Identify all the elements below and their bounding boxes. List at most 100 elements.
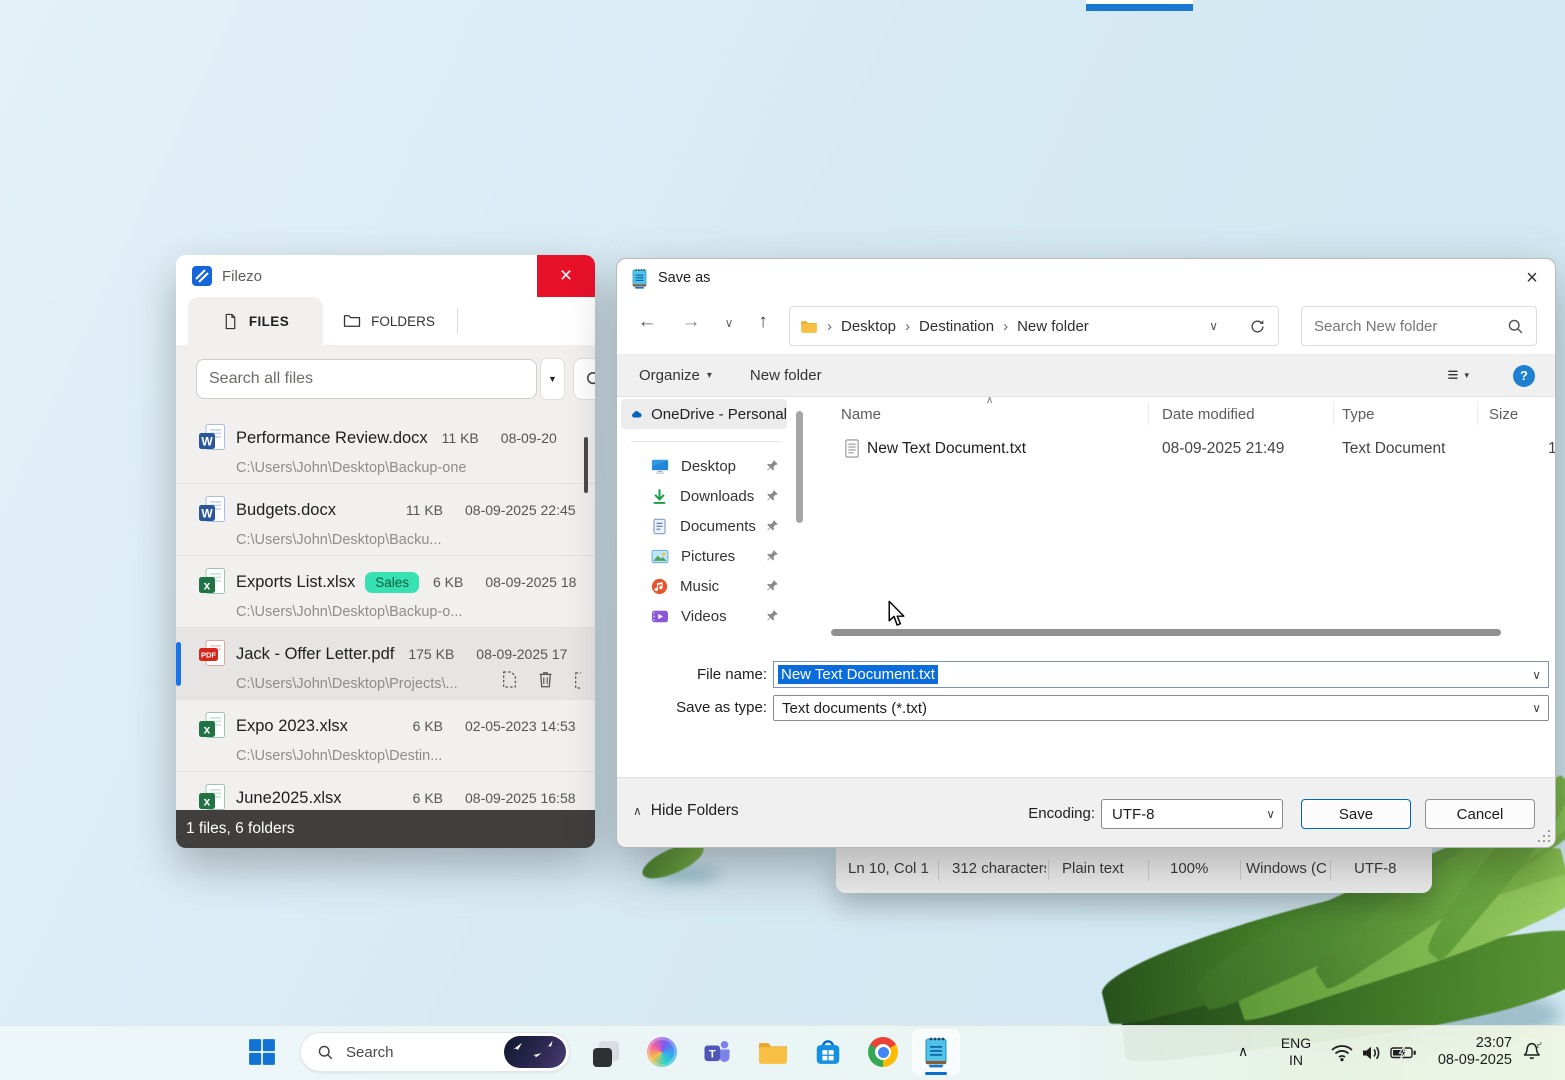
notification-bell-button[interactable] [1521, 1041, 1543, 1065]
organize-button[interactable]: Organize ▾ [639, 367, 712, 384]
sort-ascending-icon[interactable]: ∧ [986, 397, 993, 406]
dialog-close-button[interactable]: × [1509, 259, 1555, 297]
dialog-file-row[interactable]: New Text Document.txt 08-09-2025 21:49 T… [821, 435, 1555, 465]
battery-charging-icon [1390, 1045, 1417, 1060]
pin-icon[interactable] [766, 579, 779, 592]
recent-locations-chevron[interactable]: ∨ [715, 316, 743, 330]
search-filter-dropdown-button[interactable]: ▼ [541, 359, 564, 399]
show-hidden-icons-button[interactable]: ∧ [1238, 1043, 1248, 1060]
filezo-tab-bar: FILES FOLDERS [176, 297, 595, 345]
dialog-titlebar[interactable]: Save as × [617, 259, 1555, 297]
filezo-search-box[interactable] [196, 359, 537, 399]
fragment-accent-bar [1086, 4, 1193, 11]
sidebar-item-videos[interactable]: Videos [617, 601, 791, 631]
dialog-search-box[interactable] [1301, 306, 1537, 346]
file-explorer-button[interactable] [751, 1030, 795, 1074]
column-divider[interactable] [1477, 403, 1478, 425]
teams-button[interactable] [695, 1030, 739, 1074]
copilot-button[interactable] [640, 1030, 684, 1074]
breadcrumb-destination[interactable]: Destination [919, 318, 994, 335]
volume-button[interactable] [1361, 1045, 1383, 1066]
sidebar-scrollbar[interactable] [796, 411, 803, 523]
filezo-close-button[interactable]: × [537, 255, 595, 297]
status-separator [1048, 860, 1049, 881]
notepad-taskbar-button-active[interactable] [912, 1029, 960, 1075]
search-button[interactable] [574, 359, 595, 399]
tab-files[interactable]: FILES [188, 297, 323, 345]
resize-grip[interactable] [1538, 830, 1550, 842]
column-divider[interactable] [1333, 403, 1334, 425]
sidebar-item-onedrive[interactable]: OneDrive - Personal [621, 399, 787, 429]
column-divider[interactable] [1148, 403, 1149, 425]
tab-separator [457, 308, 458, 334]
column-header-date[interactable]: Date modified [1162, 406, 1255, 423]
column-header-name[interactable]: Name [841, 406, 881, 423]
chevron-down-icon[interactable]: ∨ [1532, 668, 1541, 682]
breadcrumb-new-folder[interactable]: New folder [1017, 318, 1089, 335]
save-as-dialog: Save as × ← → ∨ ↑ › Desktop › Destinatio… [616, 258, 1556, 848]
tab-folders[interactable]: FOLDERS [323, 297, 455, 345]
address-bar[interactable]: › Desktop › Destination › New folder ∨ [789, 306, 1279, 346]
up-button[interactable]: ↑ [749, 311, 777, 333]
pin-icon[interactable] [766, 609, 779, 622]
back-button[interactable]: ← [633, 311, 661, 333]
filezo-logo-icon [192, 266, 212, 286]
save-button[interactable]: Save [1301, 799, 1411, 829]
column-header-size[interactable]: Size [1489, 406, 1518, 423]
language-indicator[interactable]: ENG IN [1274, 1035, 1318, 1069]
clipped-action-icon[interactable] [574, 671, 581, 689]
file-row[interactable]: Expo 2023.xlsx 6 KB 02-05-2023 14:53 C:\… [176, 700, 595, 772]
file-row[interactable]: Performance Review.docx 11 KB 08-09-20 C… [176, 412, 595, 484]
save-as-type-dropdown[interactable]: Text documents (*.txt) ∨ [773, 695, 1549, 721]
start-button[interactable] [240, 1030, 284, 1074]
sidebar-item-documents[interactable]: Documents [617, 511, 791, 541]
file-path: C:\Users\John\Desktop\Backu... [236, 532, 579, 548]
downloads-icon [651, 488, 668, 505]
pin-icon[interactable] [766, 549, 779, 562]
wifi-button[interactable] [1330, 1043, 1354, 1067]
hide-folders-button[interactable]: ∧ Hide Folders [633, 802, 739, 820]
caret-down-icon: ▾ [1464, 370, 1469, 381]
sidebar-item-desktop[interactable]: Desktop [617, 451, 791, 481]
trash-icon[interactable] [537, 670, 554, 689]
copy-icon[interactable] [502, 670, 517, 689]
refresh-icon[interactable] [1249, 318, 1266, 335]
search-highlight-image[interactable] [504, 1036, 566, 1068]
file-date-modified: 08-09-2025 21:49 [1162, 440, 1284, 458]
filezo-window: Filezo × FILES FOLDERS ▼ [176, 255, 595, 848]
sidebar-item-pictures[interactable]: Pictures [617, 541, 791, 571]
file-name-input[interactable]: New Text Document.txt ∨ [773, 661, 1549, 688]
sidebar-item-music[interactable]: Music [617, 571, 791, 601]
horizontal-scrollbar[interactable] [831, 629, 1501, 636]
column-header-type[interactable]: Type [1342, 406, 1375, 423]
sidebar-item-label: Pictures [681, 548, 735, 565]
pin-icon[interactable] [766, 519, 779, 532]
filezo-titlebar[interactable]: Filezo × [176, 255, 595, 297]
clock[interactable]: 23:07 08-09-2025 [1428, 1035, 1512, 1069]
battery-button[interactable] [1390, 1045, 1417, 1065]
encoding-dropdown[interactable]: UTF-8 ∨ [1101, 799, 1283, 829]
file-row[interactable]: Budgets.docx 11 KB 08-09-2025 22:45 C:\U… [176, 484, 595, 556]
breadcrumb-desktop[interactable]: Desktop [841, 318, 896, 335]
file-row[interactable]: June2025.xlsx 6 KB 08-09-2025 16:58 [176, 772, 595, 810]
dialog-search-input[interactable] [1314, 318, 1507, 335]
filezo-search-input[interactable] [209, 370, 524, 388]
file-row[interactable]: Exports List.xlsx Sales 6 KB 08-09-2025 … [176, 556, 595, 628]
status-zoom-level[interactable]: 100% [1170, 860, 1208, 877]
view-options-button[interactable]: ≡ ▾ [1447, 365, 1469, 387]
new-folder-button[interactable]: New folder [750, 367, 822, 384]
pin-icon[interactable] [766, 489, 779, 502]
pin-icon[interactable] [766, 459, 779, 472]
taskbar-search[interactable]: Search [300, 1032, 570, 1072]
help-button[interactable]: ? [1513, 365, 1535, 387]
list-scrollbar[interactable] [584, 437, 588, 493]
taskbar-search-placeholder: Search [346, 1044, 394, 1061]
cancel-button[interactable]: Cancel [1425, 799, 1535, 829]
chrome-button[interactable] [861, 1030, 905, 1074]
microsoft-store-button[interactable] [806, 1030, 850, 1074]
task-view-button[interactable] [584, 1030, 628, 1074]
forward-button[interactable]: → [677, 311, 705, 333]
address-dropdown-chevron[interactable]: ∨ [1209, 319, 1218, 333]
file-row-selected[interactable]: Jack - Offer Letter.pdf 175 KB 08-09-202… [176, 628, 595, 700]
sidebar-item-downloads[interactable]: Downloads [617, 481, 791, 511]
